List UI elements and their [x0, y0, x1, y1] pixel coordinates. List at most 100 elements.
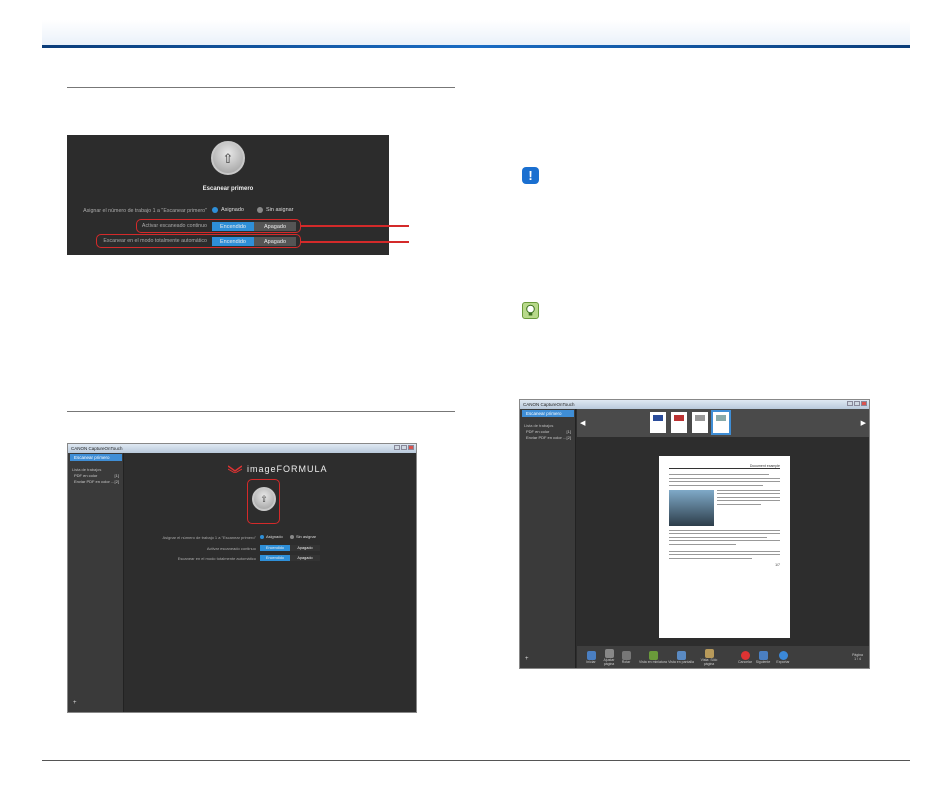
footer-rule	[42, 760, 910, 761]
tab-scan-first[interactable]: Escanear primero	[70, 454, 122, 461]
not-assigned-label: Sin asignar	[296, 534, 317, 539]
radio-selected-icon	[260, 534, 264, 539]
maximize-icon[interactable]	[854, 401, 860, 406]
brand-text: imageFORMULA	[247, 464, 328, 474]
continuous-scan-label: Activar escaneado continuo	[206, 546, 256, 551]
tool-label: Ajustar página	[603, 657, 615, 666]
cancel-tool[interactable]: Cancelar	[737, 650, 753, 664]
cancel-icon	[740, 650, 750, 660]
tab-label: Escanear primero	[74, 455, 110, 460]
auto-scan-label: Escanear en el modo totalmente automátic…	[177, 556, 256, 561]
toggle-off[interactable]: Apagado	[290, 545, 320, 551]
captureontouch-preview-window: CANON CaptureOnTouch Escanear primero Li…	[519, 399, 870, 669]
tool-label: Vista en pantalla	[668, 659, 694, 664]
start-scan-button[interactable]: ⇧	[211, 141, 245, 175]
export-tool[interactable]: Exportar	[773, 650, 793, 664]
job-item[interactable]: Enviar PDF en color ... [2]	[68, 478, 123, 484]
start-tool[interactable]: Iniciar	[583, 650, 599, 664]
window-titlebar: CANON CaptureOnTouch	[68, 444, 416, 453]
magnifier-icon	[604, 648, 614, 658]
maximize-icon[interactable]	[401, 445, 407, 450]
job-count: [2]	[114, 479, 119, 484]
screen-icon	[676, 650, 686, 660]
figure-caption	[717, 489, 780, 526]
header-band	[42, 20, 910, 45]
next-tool[interactable]: Siguiente	[753, 650, 773, 664]
tool-label: Vista: Sólo página	[700, 657, 718, 666]
callout-box	[96, 234, 301, 248]
figure-block	[669, 489, 780, 526]
start-icon	[586, 650, 596, 660]
text-line	[669, 481, 780, 482]
rotate-icon	[621, 650, 631, 660]
not-assigned-radio[interactable]: Sin asignar	[290, 534, 316, 539]
job-item[interactable]: PDF en color [1]	[520, 428, 575, 434]
thumbnail[interactable]	[671, 412, 687, 433]
tool-label: Cancelar	[737, 659, 752, 664]
window-controls	[394, 445, 414, 450]
job-name: Enviar PDF en color ...	[526, 435, 567, 440]
text-line	[669, 477, 780, 479]
page-icon	[704, 648, 714, 658]
start-scan-button[interactable]: ⇧	[252, 487, 276, 511]
continuous-scan-toggle[interactable]: Encendido Apagado	[260, 545, 320, 551]
next-arrow-icon[interactable]: ▶	[861, 419, 866, 427]
page-number: 1/7	[775, 562, 780, 567]
radio-unselected-icon	[257, 207, 263, 213]
screen-view-tool[interactable]: Vista en pantalla	[667, 650, 695, 664]
assign-label: Asignar el número de trabajo 1 a "Escane…	[83, 208, 207, 214]
job-count: [1]	[114, 473, 119, 478]
text-line	[669, 543, 736, 545]
not-assigned-radio[interactable]: Sin asignar	[257, 207, 294, 213]
prev-arrow-icon[interactable]: ◀	[580, 419, 585, 427]
toggle-on[interactable]: Encendido	[260, 545, 290, 551]
assigned-radio[interactable]: Asignado	[260, 534, 283, 539]
add-job-button[interactable]: +	[73, 700, 77, 706]
fit-page-tool[interactable]: Ajustar página	[599, 648, 619, 666]
text-line	[669, 474, 769, 475]
doc-header: Document example	[669, 464, 780, 469]
radio-unselected-icon	[290, 534, 294, 539]
text-line	[669, 484, 764, 486]
thumbnail[interactable]	[692, 412, 708, 433]
job-name: Enviar PDF en color ...	[74, 479, 115, 484]
panel-title: Escanear primero	[202, 186, 254, 192]
minimize-icon[interactable]	[394, 445, 400, 450]
close-icon[interactable]	[408, 445, 414, 450]
callout-line	[301, 225, 409, 227]
not-assigned-label: Sin asignar	[266, 207, 294, 213]
close-icon[interactable]	[861, 401, 867, 406]
thumbnail-selected[interactable]	[711, 410, 731, 435]
add-job-button[interactable]: +	[525, 656, 529, 662]
job-item[interactable]: PDF en color [1]	[68, 472, 123, 478]
assigned-label: Asignado	[221, 207, 244, 213]
auto-scan-toggle[interactable]: Encendido Apagado	[260, 555, 320, 561]
tool-label: Exportar	[776, 659, 790, 664]
start-icon: ⇧	[260, 493, 268, 504]
tab-scan-first[interactable]: Escanear primero	[522, 410, 574, 417]
window-controls	[847, 401, 867, 406]
page-view-tool[interactable]: Vista: Sólo página	[695, 648, 723, 666]
thumbnail[interactable]	[650, 412, 666, 433]
preview-page: Document example 1/7	[659, 456, 790, 638]
thumbnail-view-tool[interactable]: Vista en miniatura	[639, 650, 667, 664]
job-name: PDF en color	[74, 473, 98, 478]
tool-label: Siguiente	[755, 659, 771, 664]
window-title: CANON CaptureOnTouch	[71, 446, 123, 451]
job-count: [2]	[566, 435, 571, 440]
minimize-icon[interactable]	[847, 401, 853, 406]
rotate-tool[interactable]: Rotar	[619, 650, 633, 664]
radio-selected-icon	[212, 207, 218, 213]
toggle-off[interactable]: Apagado	[290, 555, 320, 561]
window-title: CANON CaptureOnTouch	[523, 402, 575, 407]
toggle-on[interactable]: Encendido	[260, 555, 290, 561]
tool-label: Iniciar	[586, 659, 596, 664]
tab-label: Escanear primero	[526, 411, 562, 416]
export-icon	[778, 650, 788, 660]
text-line	[669, 557, 753, 559]
assigned-radio[interactable]: Asignado	[212, 207, 244, 213]
tool-label: Vista en miniatura	[639, 659, 667, 664]
header-rule	[42, 45, 910, 48]
job-item[interactable]: Enviar PDF en color ... [2]	[520, 434, 575, 440]
captureontouch-window: CANON CaptureOnTouch Escanear primero Li…	[67, 443, 417, 713]
